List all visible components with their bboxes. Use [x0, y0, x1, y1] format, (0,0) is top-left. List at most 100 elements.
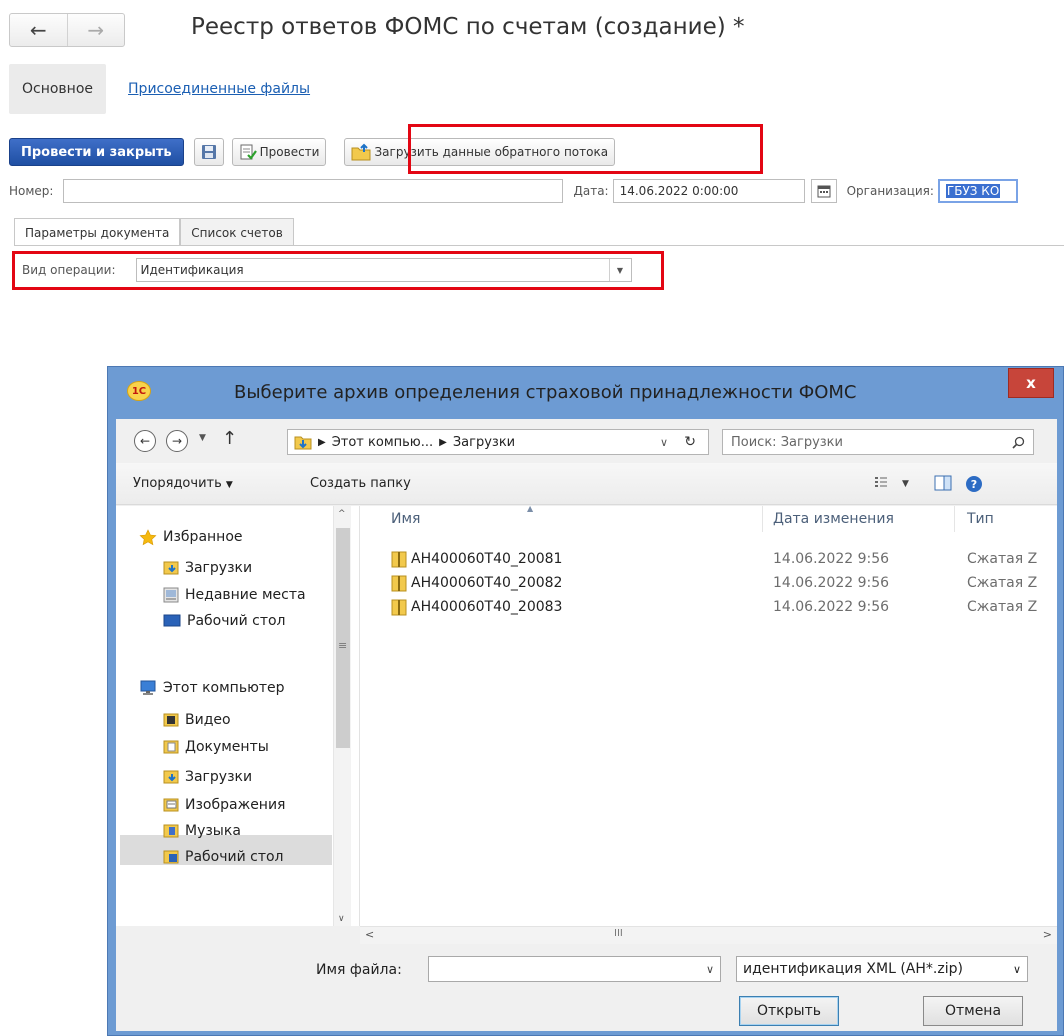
filename-input[interactable]: ∨	[428, 956, 721, 982]
nav-favorites-label: Избранное	[163, 529, 243, 545]
nav-downloads[interactable]: Загрузки	[163, 765, 252, 789]
chevron-down-icon: ▼	[199, 433, 206, 443]
post-and-close-button[interactable]: Провести и закрыть	[9, 138, 184, 166]
file-type-filter-select[interactable]: идентификация XML (AH*.zip) ∨	[736, 956, 1028, 982]
chevron-down-icon[interactable]: ▼	[902, 479, 909, 489]
computer-icon	[139, 680, 157, 696]
nav-this-pc[interactable]: Этот компьютер	[139, 676, 285, 700]
file-row[interactable]: AH400060T40_20082 14.06.2022 9:56 Сжатая…	[360, 572, 1057, 596]
tab-document-params[interactable]: Параметры документа	[14, 218, 181, 246]
view-options-button[interactable]	[874, 475, 888, 489]
breadcrumb-computer[interactable]: Этот компью...	[332, 435, 433, 450]
recent-locations-dropdown[interactable]: ▼	[199, 433, 206, 443]
nav-fav-downloads[interactable]: Загрузки	[163, 556, 252, 580]
scroll-up-icon[interactable]: ^	[338, 509, 346, 519]
file-row[interactable]: AH400060T40_20081 14.06.2022 9:56 Сжатая…	[360, 548, 1057, 572]
tab-invoice-list[interactable]: Список счетов	[180, 218, 294, 246]
back-button[interactable]: ←	[134, 430, 156, 452]
preview-pane-button[interactable]	[934, 475, 952, 491]
organization-value: ГБУЗ КО	[945, 184, 1001, 198]
save-button[interactable]	[193, 138, 224, 166]
filename-label: Имя файла:	[316, 962, 402, 978]
nav-desktop-label: Рабочий стол	[187, 613, 286, 629]
dialog-close-button[interactable]: x	[1008, 368, 1054, 398]
address-bar[interactable]: ▶ Этот компью... ▶ Загрузки ∨ ↻	[287, 429, 709, 455]
new-folder-button[interactable]: Создать папку	[310, 476, 411, 491]
breadcrumb-downloads[interactable]: Загрузки	[453, 435, 515, 450]
music-folder-icon	[163, 823, 179, 839]
column-separator[interactable]	[954, 506, 955, 532]
scroll-left-icon[interactable]: <	[365, 928, 374, 941]
post-button[interactable]: Провести	[231, 138, 327, 166]
zip-folder-icon	[391, 574, 407, 592]
organization-field[interactable]: ГБУЗ КО	[937, 179, 1018, 203]
recent-places-icon	[163, 587, 179, 603]
organize-label: Упорядочить	[133, 476, 222, 491]
search-icon	[1012, 436, 1025, 449]
highlight-load-button	[408, 124, 763, 174]
organize-menu[interactable]: Упорядочить ▼	[133, 476, 233, 491]
file-list-hscrollbar[interactable]: < III >	[360, 926, 1057, 944]
column-separator[interactable]	[762, 506, 763, 532]
nav-music[interactable]: Музыка	[163, 819, 241, 843]
file-row[interactable]: AH400060T40_20083 14.06.2022 9:56 Сжатая…	[360, 596, 1057, 620]
form-sections: Основное Присоединенные файлы	[9, 64, 310, 114]
nav-fav-downloads-label: Загрузки	[185, 560, 253, 576]
nav-downloads-label: Загрузки	[185, 769, 253, 785]
column-header-type[interactable]: Тип	[967, 506, 994, 532]
zip-folder-icon	[391, 550, 407, 568]
back-button[interactable]: ←	[10, 14, 67, 46]
forward-button[interactable]: →	[166, 430, 188, 452]
help-button[interactable]: ?	[965, 475, 983, 493]
number-field[interactable]	[63, 179, 564, 203]
calendar-icon	[817, 184, 831, 198]
dialog-title: Выберите архив определения страховой при…	[234, 382, 857, 403]
sort-ascending-icon: ▲	[527, 506, 534, 513]
scroll-right-icon[interactable]: >	[1043, 928, 1052, 941]
chevron-down-icon: ▼	[225, 480, 233, 490]
chevron-down-icon[interactable]: ∨	[706, 963, 714, 976]
nav-desktop-2-label: Рабочий стол	[185, 849, 284, 865]
section-attached-files-link[interactable]: Присоединенные файлы	[128, 81, 310, 97]
nav-scrollbar[interactable]: ^ ≡ ∨	[333, 506, 351, 926]
nav-favorites[interactable]: Избранное	[139, 525, 243, 549]
chevron-down-icon[interactable]: ∨	[660, 436, 668, 449]
address-row: ← → ▼ ↑ ▶ Этот компью... ▶ Загрузки ∨ ↻ …	[116, 419, 1057, 463]
file-type: Сжатая Z	[967, 575, 1038, 591]
search-placeholder: Поиск: Загрузки	[731, 434, 843, 450]
up-folder-button[interactable]: ↑	[222, 428, 237, 449]
refresh-icon[interactable]: ↻	[684, 434, 696, 450]
downloads-folder-icon	[163, 560, 179, 576]
date-field[interactable]: 14.06.2022 0:00:00	[612, 179, 805, 203]
scroll-down-icon[interactable]: ∨	[338, 914, 345, 924]
breadcrumb-separator-icon: ▶	[318, 436, 326, 448]
nav-scroll-thumb[interactable]	[336, 528, 350, 748]
chevron-down-icon: ∨	[1012, 962, 1021, 976]
file-type-filter-value: идентификация XML (AH*.zip)	[743, 961, 963, 977]
nav-recent[interactable]: Недавние места	[163, 583, 306, 607]
cancel-button[interactable]: Отмена	[923, 996, 1023, 1026]
folder-download-icon	[294, 434, 312, 450]
video-folder-icon	[163, 712, 179, 728]
calendar-button[interactable]	[810, 179, 837, 203]
close-icon: x	[1026, 374, 1036, 392]
forward-button[interactable]: →	[66, 14, 125, 46]
section-main[interactable]: Основное	[9, 64, 107, 114]
arrow-right-icon: →	[87, 18, 105, 42]
nav-this-pc-label: Этот компьютер	[163, 680, 285, 696]
column-header-date[interactable]: Дата изменения	[773, 506, 894, 532]
star-icon	[139, 528, 157, 546]
nav-desktop[interactable]: Рабочий стол	[163, 609, 286, 633]
search-input[interactable]: Поиск: Загрузки	[722, 429, 1034, 455]
open-button[interactable]: Открыть	[739, 996, 839, 1026]
dialog-titlebar[interactable]: 1С Выберите архив определения страховой …	[108, 367, 1063, 419]
post-document-icon	[239, 143, 257, 161]
file-name: AH400060T40_20081	[411, 551, 563, 567]
nav-video[interactable]: Видео	[163, 708, 231, 732]
nav-desktop-2[interactable]: Рабочий стол	[163, 845, 284, 869]
nav-documents[interactable]: Документы	[163, 735, 269, 759]
nav-pictures[interactable]: Изображения	[163, 793, 285, 817]
file-date: 14.06.2022 9:56	[773, 599, 890, 615]
back-arrow-icon: ←	[139, 434, 151, 448]
column-header-name[interactable]: Имя	[391, 506, 420, 532]
